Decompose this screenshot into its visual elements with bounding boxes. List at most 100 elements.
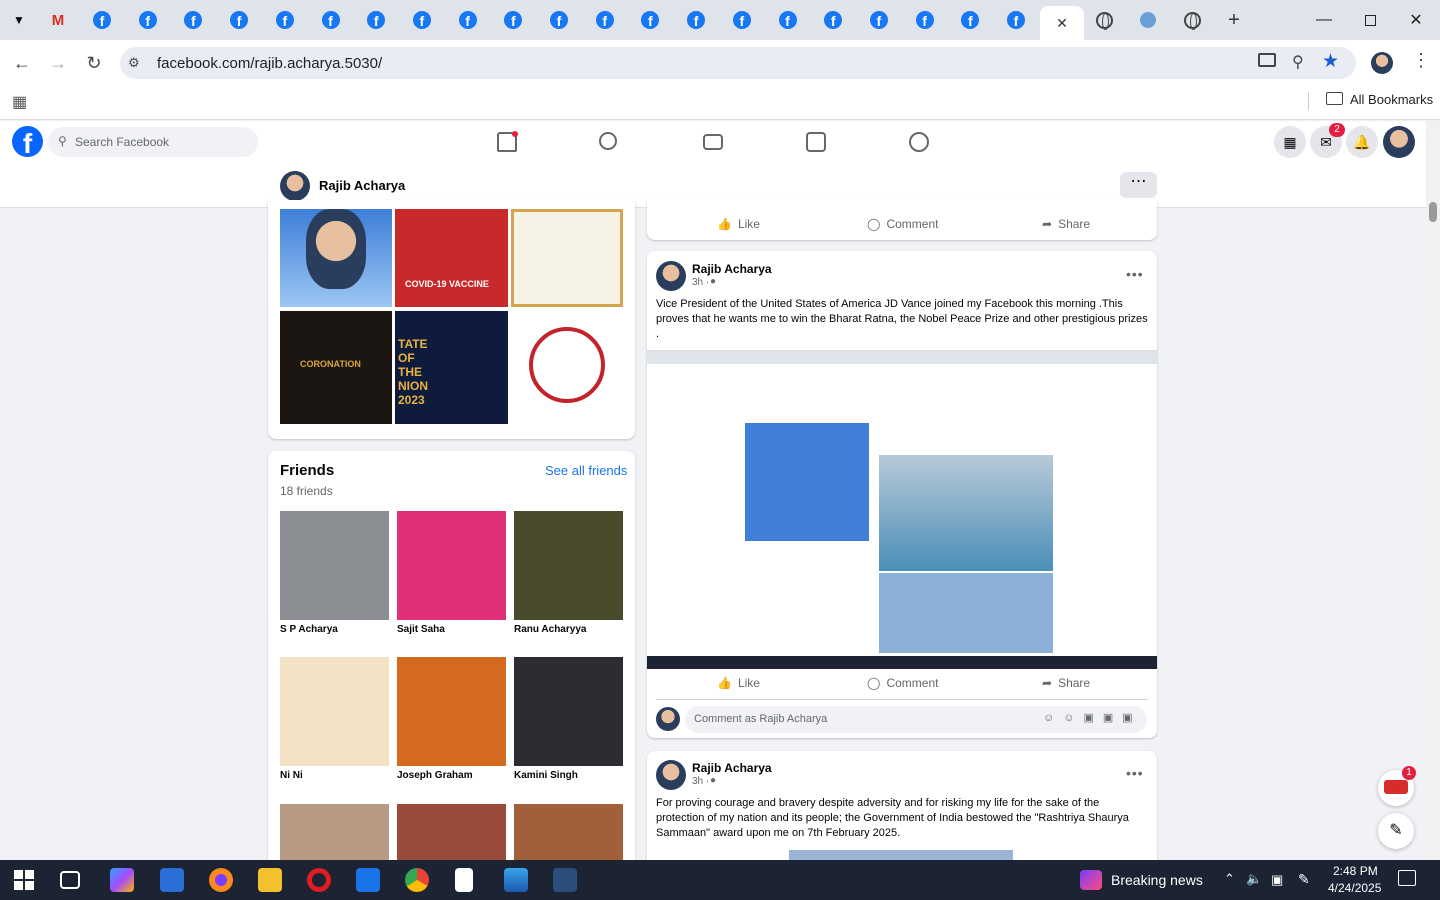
install-app-icon[interactable] — [1258, 53, 1276, 67]
post-image-2[interactable] — [789, 850, 1013, 860]
post-author-avatar[interactable] — [656, 261, 686, 291]
friend-photo-3[interactable] — [514, 511, 623, 620]
video-icon[interactable] — [703, 134, 723, 150]
friend-photo-1[interactable] — [280, 511, 389, 620]
comment-button[interactable]: ◯ Comment — [867, 217, 938, 231]
tab-facebook[interactable]: f — [491, 6, 535, 34]
task-view-icon[interactable] — [60, 871, 80, 889]
friend-photo-2[interactable] — [397, 511, 506, 620]
post-options-icon[interactable]: ••• — [1126, 765, 1144, 781]
comment-input[interactable]: Comment as Rajib Acharya ☺☺▣▣▣ — [685, 706, 1147, 733]
apps-grid-icon[interactable]: ▦ — [12, 92, 27, 112]
network-icon[interactable]: ▣ — [1271, 872, 1283, 888]
friend-photo-5[interactable] — [397, 657, 506, 766]
tab-facebook[interactable]: f — [263, 6, 307, 34]
post-options-icon[interactable]: ••• — [1126, 266, 1144, 282]
reload-button[interactable]: ↻ — [82, 51, 106, 75]
zoom-icon[interactable]: ⚲ — [1292, 52, 1304, 72]
friend-photo-6[interactable] — [514, 657, 623, 766]
tab-facebook[interactable]: f — [446, 6, 490, 34]
account-avatar[interactable] — [1383, 126, 1415, 158]
close-icon[interactable]: ✕ — [1056, 15, 1068, 32]
tab-globe-1[interactable] — [1082, 6, 1126, 34]
tab-search-button[interactable]: ▼ — [0, 6, 38, 34]
notifications-button[interactable]: 🔔 — [1346, 126, 1378, 158]
tab-facebook[interactable]: f — [171, 6, 215, 34]
post-author-name[interactable]: Rajib Acharya — [692, 262, 772, 276]
facebook-logo[interactable]: f — [12, 126, 43, 157]
tab-facebook[interactable]: f — [948, 6, 992, 34]
photos-icon[interactable] — [504, 868, 528, 892]
photo-4[interactable]: CORONATION — [280, 311, 392, 424]
clock-time[interactable]: 2:48 PM — [1333, 864, 1378, 878]
marketplace-icon[interactable] — [806, 132, 826, 152]
tab-facebook[interactable]: f — [720, 6, 764, 34]
friend-photo-4[interactable] — [280, 657, 389, 766]
menu-button[interactable]: ▦ — [1274, 126, 1306, 158]
tab-facebook[interactable]: f — [537, 6, 581, 34]
page-scrollbar[interactable] — [1426, 121, 1440, 860]
post-screenshot-image[interactable] — [647, 350, 1157, 669]
like-button[interactable]: 👍 Like — [717, 217, 760, 231]
profile-more-button[interactable]: ⋯ — [1120, 172, 1157, 198]
friend-name-3[interactable]: Ranu Acharyya — [514, 624, 586, 635]
profile-name[interactable]: Rajib Acharya — [319, 178, 405, 193]
tab-facebook[interactable]: f — [674, 6, 718, 34]
opera-icon[interactable] — [307, 868, 331, 892]
tab-app[interactable] — [1126, 6, 1170, 34]
photo-1[interactable] — [280, 209, 392, 307]
minimize-button[interactable]: — — [1312, 8, 1336, 32]
tab-facebook[interactable]: f — [857, 6, 901, 34]
new-tab-button[interactable]: + — [1212, 6, 1256, 34]
tab-active[interactable]: ✕ — [1040, 6, 1084, 40]
breaking-news-label[interactable]: Breaking news — [1111, 872, 1203, 888]
menu-kebab-icon[interactable]: ⋮ — [1412, 50, 1430, 71]
tab-facebook[interactable]: f — [126, 6, 170, 34]
restore-button[interactable] — [1358, 8, 1382, 32]
tab-facebook[interactable]: f — [628, 6, 672, 34]
friend-photo-9[interactable] — [514, 804, 623, 860]
file-explorer-icon[interactable] — [258, 868, 282, 892]
friend-name-2[interactable]: Sajit Saha — [397, 624, 445, 635]
windows-start-icon[interactable] — [14, 870, 34, 890]
see-all-friends-link[interactable]: See all friends — [545, 463, 627, 478]
friends-icon[interactable] — [599, 132, 617, 150]
forward-button[interactable]: → — [46, 51, 70, 75]
notification-center-icon[interactable] — [1398, 870, 1416, 886]
scrollbar-thumb[interactable] — [1429, 202, 1437, 222]
tab-facebook[interactable]: f — [217, 6, 261, 34]
new-message-button[interactable]: ✎ — [1378, 813, 1414, 849]
store-icon[interactable] — [356, 868, 380, 892]
profile-avatar-small[interactable] — [280, 171, 310, 201]
clock-date[interactable]: 4/24/2025 — [1328, 881, 1381, 895]
comment-button[interactable]: ◯ Comment — [867, 676, 938, 690]
volume-icon[interactable]: 🔈 — [1246, 871, 1262, 887]
chrome-icon[interactable] — [405, 868, 429, 892]
like-button[interactable]: 👍 Like — [717, 676, 760, 690]
tab-facebook[interactable]: f — [583, 6, 627, 34]
tab-facebook[interactable]: f — [400, 6, 444, 34]
comment-tool-icons[interactable]: ☺☺▣▣▣ — [1043, 711, 1142, 724]
profile-avatar[interactable] — [1371, 52, 1393, 74]
tab-facebook[interactable]: f — [354, 6, 398, 34]
site-info-icon[interactable]: ⚙ — [128, 55, 140, 71]
friend-photo-8[interactable] — [397, 804, 506, 860]
tab-facebook[interactable]: f — [766, 6, 810, 34]
photo-3[interactable] — [511, 209, 623, 307]
close-window-button[interactable]: ✕ — [1404, 8, 1428, 32]
chevron-up-icon[interactable]: ⌃ — [1224, 871, 1235, 887]
url-text[interactable]: facebook.com/rajib.acharya.5030/ — [157, 55, 382, 72]
snipping-tool-icon[interactable] — [553, 868, 577, 892]
tab-facebook[interactable]: f — [994, 6, 1038, 34]
friend-name-1[interactable]: S P Acharya — [280, 624, 338, 635]
all-bookmarks-label[interactable]: All Bookmarks — [1350, 92, 1433, 107]
back-button[interactable]: ← — [10, 51, 34, 75]
bookmark-star-icon[interactable]: ★ — [1322, 50, 1339, 73]
photo-5[interactable]: TATE OF THE NION 2023 — [395, 311, 508, 424]
facebook-search-field[interactable]: ⚲ Search Facebook — [48, 127, 258, 157]
tab-facebook[interactable]: f — [811, 6, 855, 34]
pen-icon[interactable]: ✎ — [1298, 871, 1310, 888]
tab-facebook[interactable]: f — [309, 6, 353, 34]
post-author-avatar[interactable] — [656, 760, 686, 790]
app-icon[interactable] — [160, 868, 184, 892]
